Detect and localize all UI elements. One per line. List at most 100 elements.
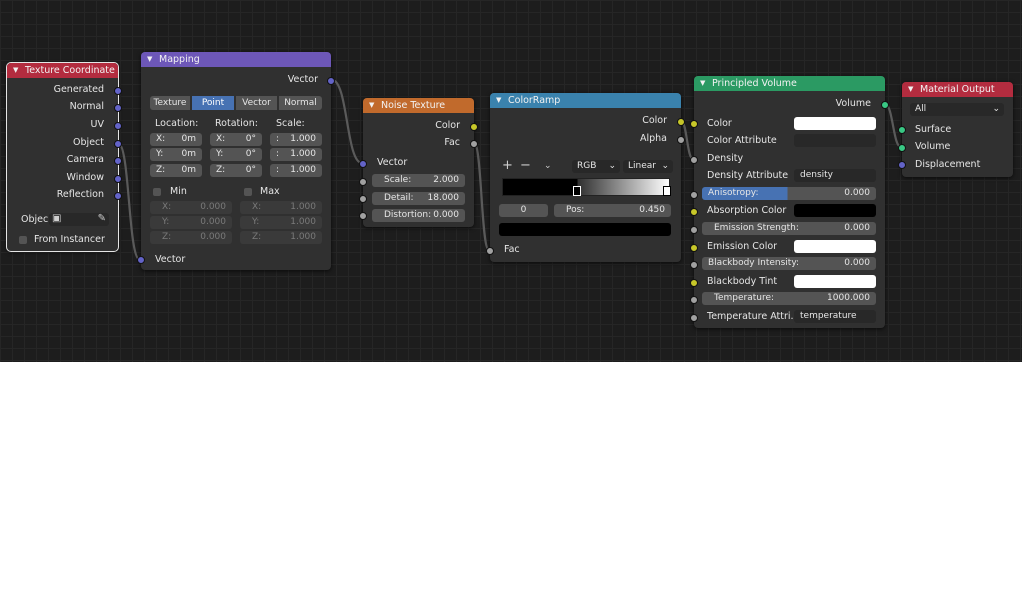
add-stop-button[interactable]: + xyxy=(502,159,513,173)
chevron-down-icon[interactable]: ⌄ xyxy=(544,159,552,173)
blackbody-tint-swatch[interactable] xyxy=(794,275,876,288)
scale-x[interactable]: :1.000 xyxy=(270,133,322,146)
socket-temperature-attr[interactable] xyxy=(690,314,698,322)
collapse-arrow-icon[interactable]: ▼ xyxy=(147,52,152,67)
socket-displacement-in[interactable] xyxy=(898,161,906,169)
target-select[interactable]: All ⌄ xyxy=(910,103,1004,116)
collapse-arrow-icon[interactable]: ▼ xyxy=(496,93,501,108)
socket-color-out[interactable] xyxy=(470,123,478,131)
interpolation-select[interactable]: Linear ⌄ xyxy=(623,160,673,173)
socket-object[interactable] xyxy=(114,140,122,148)
rotation-y[interactable]: Y: 0° xyxy=(210,148,262,161)
noise-texture-node[interactable]: ▼ Noise Texture Color Fac Vector Scale: 2… xyxy=(359,98,478,227)
collapse-arrow-icon[interactable]: ▼ xyxy=(369,98,374,113)
density-label: Density xyxy=(707,153,744,164)
socket-camera[interactable] xyxy=(114,157,122,165)
socket-density-in[interactable] xyxy=(690,156,698,164)
stop-color-swatch[interactable] xyxy=(499,223,671,236)
socket-emission-color-in[interactable] xyxy=(690,244,698,252)
color-attribute-field[interactable] xyxy=(794,134,876,147)
socket-vector-in[interactable] xyxy=(137,256,145,264)
temperature-attribute-field[interactable]: temperature xyxy=(794,310,876,323)
color-mode-select[interactable]: RGB ⌄ xyxy=(572,160,620,173)
type-vector-button[interactable]: Vector xyxy=(236,96,277,110)
from-instancer-checkbox[interactable] xyxy=(19,236,27,244)
scale-field[interactable]: Scale: 2.000 xyxy=(372,174,465,187)
socket-emission-strength-in[interactable] xyxy=(690,226,698,234)
scale-z[interactable]: :1.000 xyxy=(270,164,322,177)
socket-color-out[interactable] xyxy=(677,118,685,126)
emission-color-swatch[interactable] xyxy=(794,240,876,253)
stop-position-field[interactable]: Pos: 0.450 xyxy=(554,204,671,217)
output-normal: Normal xyxy=(69,101,104,112)
texture-coordinate-node[interactable]: ▼ Texture Coordinate Generated Normal UV… xyxy=(6,62,122,252)
socket-anisotropy-in[interactable] xyxy=(690,191,698,199)
blackbody-intensity-field[interactable]: Blackbody Intensity: 0.000 xyxy=(702,257,876,270)
socket-uv[interactable] xyxy=(114,122,122,130)
output-alpha-label: Alpha xyxy=(639,133,667,144)
temperature-field[interactable]: Temperature: 1000.000 xyxy=(702,292,876,305)
socket-alpha-out[interactable] xyxy=(677,136,685,144)
location-x[interactable]: X: 0m xyxy=(150,133,202,146)
min-checkbox[interactable] xyxy=(153,188,161,196)
ramp-stop-white[interactable] xyxy=(663,186,671,196)
max-checkbox[interactable] xyxy=(244,188,252,196)
colorramp-node[interactable]: ▼ ColorRamp Color Alpha + − ⌄ RGB ⌄ Linea… xyxy=(486,93,685,262)
node-header[interactable]: ▼ ColorRamp xyxy=(490,93,681,108)
absorption-color-swatch[interactable] xyxy=(794,204,876,217)
socket-blackbody-intensity-in[interactable] xyxy=(690,261,698,269)
node-header[interactable]: ▼ Texture Coordinate xyxy=(7,63,118,78)
node-header[interactable]: ▼ Principled Volume xyxy=(694,76,885,91)
socket-fac-in[interactable] xyxy=(486,247,494,255)
object-field[interactable]: ▣ ✎ xyxy=(49,213,109,226)
socket-scale-in[interactable] xyxy=(359,178,367,186)
color-swatch[interactable] xyxy=(794,117,876,130)
ramp-stop-black[interactable] xyxy=(573,186,581,196)
node-header[interactable]: ▼ Noise Texture xyxy=(363,98,474,113)
scale-y[interactable]: :1.000 xyxy=(270,148,322,161)
node-header[interactable]: ▼ Material Output xyxy=(902,82,1013,97)
emission-strength-field[interactable]: Emission Strength: 0.000 xyxy=(702,222,876,235)
rotation-z[interactable]: Z: 0° xyxy=(210,164,262,177)
density-attribute-field[interactable]: density xyxy=(794,169,876,182)
socket-temperature-in[interactable] xyxy=(690,296,698,304)
socket-vector-out[interactable] xyxy=(327,77,335,85)
collapse-arrow-icon[interactable]: ▼ xyxy=(908,82,913,97)
max-x: X: 1.000 xyxy=(240,201,322,214)
type-point-button[interactable]: Point xyxy=(192,96,234,110)
type-texture-button[interactable]: Texture xyxy=(150,96,190,110)
eyedropper-icon[interactable]: ✎ xyxy=(98,212,106,226)
socket-volume-in[interactable] xyxy=(898,144,906,152)
remove-stop-button[interactable]: − xyxy=(520,159,531,173)
collapse-arrow-icon[interactable]: ▼ xyxy=(700,76,705,91)
distortion-field[interactable]: Distortion: 0.000 xyxy=(372,209,465,222)
location-z[interactable]: Z: 0m xyxy=(150,164,202,177)
principled-volume-node[interactable]: ▼ Principled Volume Volume Color Color A… xyxy=(690,76,889,328)
node-editor-canvas[interactable]: ▼ Texture Coordinate Generated Normal UV… xyxy=(0,0,1022,362)
type-normal-button[interactable]: Normal xyxy=(279,96,322,110)
mapping-node[interactable]: ▼ Mapping Vector Texture Point Vector No… xyxy=(137,52,335,270)
socket-detail-in[interactable] xyxy=(359,195,367,203)
detail-field[interactable]: Detail: 18.000 xyxy=(372,192,465,205)
stop-index-field[interactable]: 0 xyxy=(499,204,548,217)
socket-reflection[interactable] xyxy=(114,192,122,200)
socket-vector-in[interactable] xyxy=(359,160,367,168)
socket-absorption-in[interactable] xyxy=(690,208,698,216)
socket-blackbody-tint-in[interactable] xyxy=(690,279,698,287)
link-noise-to-ramp xyxy=(472,141,491,252)
anisotropy-slider[interactable]: Anisotropy: 0.000 xyxy=(702,187,876,200)
socket-volume-out[interactable] xyxy=(881,101,889,109)
rotation-x[interactable]: X: 0° xyxy=(210,133,262,146)
collapse-arrow-icon[interactable]: ▼ xyxy=(13,63,18,78)
socket-window[interactable] xyxy=(114,175,122,183)
node-header[interactable]: ▼ Mapping xyxy=(141,52,331,67)
socket-color-in[interactable] xyxy=(690,120,698,128)
material-output-node[interactable]: ▼ Material Output All ⌄ Surface Volume Di… xyxy=(898,82,1013,177)
socket-fac-out[interactable] xyxy=(470,140,478,148)
color-ramp-gradient[interactable] xyxy=(502,178,670,196)
location-y[interactable]: Y: 0m xyxy=(150,148,202,161)
socket-surface-in[interactable] xyxy=(898,126,906,134)
socket-normal[interactable] xyxy=(114,104,122,112)
socket-distortion-in[interactable] xyxy=(359,212,367,220)
socket-generated[interactable] xyxy=(114,87,122,95)
